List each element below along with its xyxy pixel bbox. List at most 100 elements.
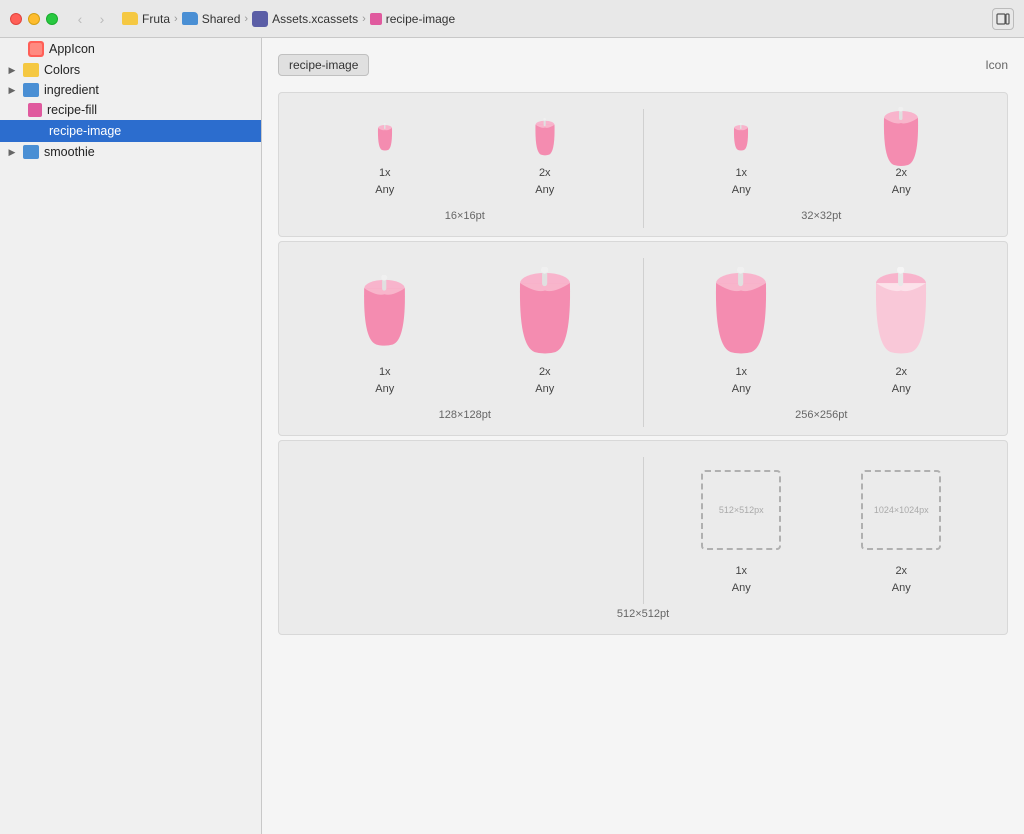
section-row-512: 512×512px 1xAny 1024×1024px 2xAn — [287, 457, 999, 604]
inspector-icon — [996, 12, 1010, 26]
recipe-fill-icon — [28, 103, 42, 117]
cell-128-1x[interactable]: 1xAny — [305, 258, 465, 405]
cup-svg-256-1x — [707, 267, 775, 355]
cell-16-2x[interactable]: 2xAny — [465, 109, 625, 206]
section-half-32x32: 1xAny — [644, 109, 1000, 228]
sidebar-item-colors[interactable]: ▶ Colors — [0, 60, 261, 80]
placeholder-512: 512×512px — [701, 470, 781, 550]
content-area: recipe-image Icon — [262, 38, 1024, 834]
image-32-1x — [731, 117, 751, 157]
sidebar-item-recipe-fill[interactable]: recipe-fill — [0, 100, 261, 120]
sidebar-item-ingredient[interactable]: ▶ ingredient — [0, 80, 261, 100]
cup-svg-32-2x — [878, 107, 924, 167]
appicon-icon — [28, 41, 44, 57]
icon-label: Icon — [985, 58, 1008, 72]
scale-256-2x: 2xAny — [892, 364, 911, 397]
breadcrumb-xcassets[interactable]: Assets.xcassets — [252, 11, 358, 27]
cells-128x128: 1xAny — [305, 258, 625, 405]
main-layout: AppIcon ▶ Colors ▶ ingredient recipe-fil… — [0, 38, 1024, 834]
titlebar-right — [992, 8, 1014, 30]
cup-svg-256-2x — [867, 267, 935, 355]
image-128-1x — [357, 266, 412, 356]
cell-256-1x[interactable]: 1xAny — [661, 258, 821, 405]
colors-icon — [23, 63, 39, 77]
scale-16-2x: 2xAny — [535, 165, 554, 198]
section-half-512 — [287, 457, 644, 604]
xcassets-icon — [252, 11, 268, 27]
cup-svg-128-1x — [357, 275, 412, 347]
cell-32-2x[interactable]: 2xAny — [821, 109, 981, 206]
folder-blue-icon — [182, 12, 198, 25]
asset-icon — [370, 13, 382, 25]
breadcrumb-sep-1: › — [174, 13, 178, 25]
sidebar-smoothie-label: smoothie — [44, 145, 95, 159]
close-button[interactable] — [10, 13, 22, 25]
sidebar-item-recipe-image[interactable]: recipe-image — [0, 120, 261, 142]
image-512-1x: 512×512px — [701, 465, 781, 555]
cell-32-1x[interactable]: 1xAny — [661, 109, 821, 206]
forward-button[interactable]: › — [92, 9, 112, 29]
label-128x128: 128×128pt — [439, 409, 491, 427]
asset-header: recipe-image Icon — [278, 54, 1008, 76]
colors-disclosure: ▶ — [6, 64, 18, 76]
ingredient-icon — [23, 83, 39, 97]
cells-32x32: 1xAny — [661, 109, 981, 206]
section-half-128x128: 1xAny — [287, 258, 644, 427]
placeholder-1024-label: 1024×1024px — [874, 505, 929, 515]
cell-512-1x[interactable]: 512×512px 1xAny — [661, 457, 821, 604]
asset-section-512: 512×512px 1xAny 1024×1024px 2xAn — [278, 440, 1008, 635]
cell-128-2x[interactable]: 2xAny — [465, 258, 625, 405]
recipe-image-icon — [28, 123, 44, 139]
image-16-1x — [375, 117, 395, 157]
asset-section-128: 1xAny — [278, 241, 1008, 436]
cell-16-1x[interactable]: 1xAny — [305, 109, 465, 206]
scale-32-1x: 1xAny — [732, 165, 751, 198]
image-256-2x — [867, 266, 935, 356]
scale-128-1x: 1xAny — [375, 364, 394, 397]
breadcrumb-xcassets-label: Assets.xcassets — [272, 12, 358, 26]
label-32x32: 32×32pt — [801, 210, 841, 228]
section-row-16: 1xAny — [287, 109, 999, 228]
cup-svg-32-1x — [731, 123, 751, 151]
cup-svg-16-1x — [375, 123, 395, 151]
section-half-256x256: 1xAny — [644, 258, 1000, 427]
image-512-2x: 1024×1024px — [861, 465, 941, 555]
placeholder-1024: 1024×1024px — [861, 470, 941, 550]
sidebar-recipe-image-label: recipe-image — [49, 124, 121, 138]
breadcrumb-shared[interactable]: Shared — [182, 12, 241, 26]
cup-svg-16-2x — [531, 118, 559, 156]
back-button[interactable]: ‹ — [70, 9, 90, 29]
section-half-16x16: 1xAny — [287, 109, 644, 228]
sidebar-appicon-label: AppIcon — [49, 42, 95, 56]
folder-yellow-icon — [122, 12, 138, 25]
inspector-button[interactable] — [992, 8, 1014, 30]
smoothie-icon — [23, 145, 39, 159]
cells-16x16: 1xAny — [305, 109, 625, 206]
breadcrumb: Fruta › Shared › Assets.xcassets › recip… — [122, 11, 455, 27]
titlebar: ‹ › Fruta › Shared › Assets.xcassets › r… — [0, 0, 1024, 38]
asset-section-16: 1xAny — [278, 92, 1008, 237]
sidebar-item-appicon[interactable]: AppIcon — [0, 38, 261, 60]
sidebar-ingredient-label: ingredient — [44, 83, 99, 97]
cup-svg-128-2x — [511, 267, 579, 355]
breadcrumb-fruta[interactable]: Fruta — [122, 12, 170, 26]
image-16-2x — [531, 117, 559, 157]
minimize-button[interactable] — [28, 13, 40, 25]
breadcrumb-asset[interactable]: recipe-image — [370, 12, 455, 26]
label-256x256: 256×256pt — [795, 409, 847, 427]
breadcrumb-sep-3: › — [362, 13, 366, 25]
asset-title: recipe-image — [278, 54, 369, 76]
cells-512: 512×512px 1xAny 1024×1024px 2xAn — [661, 457, 981, 604]
placeholder-512-label: 512×512px — [719, 505, 764, 515]
maximize-button[interactable] — [46, 13, 58, 25]
scale-256-1x: 1xAny — [732, 364, 751, 397]
cell-512-2x[interactable]: 1024×1024px 2xAny — [821, 457, 981, 604]
cell-256-2x[interactable]: 2xAny — [821, 258, 981, 405]
sidebar-item-smoothie[interactable]: ▶ smoothie — [0, 142, 261, 162]
scale-16-1x: 1xAny — [375, 165, 394, 198]
section-row-128: 1xAny — [287, 258, 999, 427]
sidebar: AppIcon ▶ Colors ▶ ingredient recipe-fil… — [0, 38, 262, 834]
window-controls — [10, 13, 58, 25]
scale-512-1x: 1xAny — [732, 563, 751, 596]
breadcrumb-sep-2: › — [244, 13, 248, 25]
